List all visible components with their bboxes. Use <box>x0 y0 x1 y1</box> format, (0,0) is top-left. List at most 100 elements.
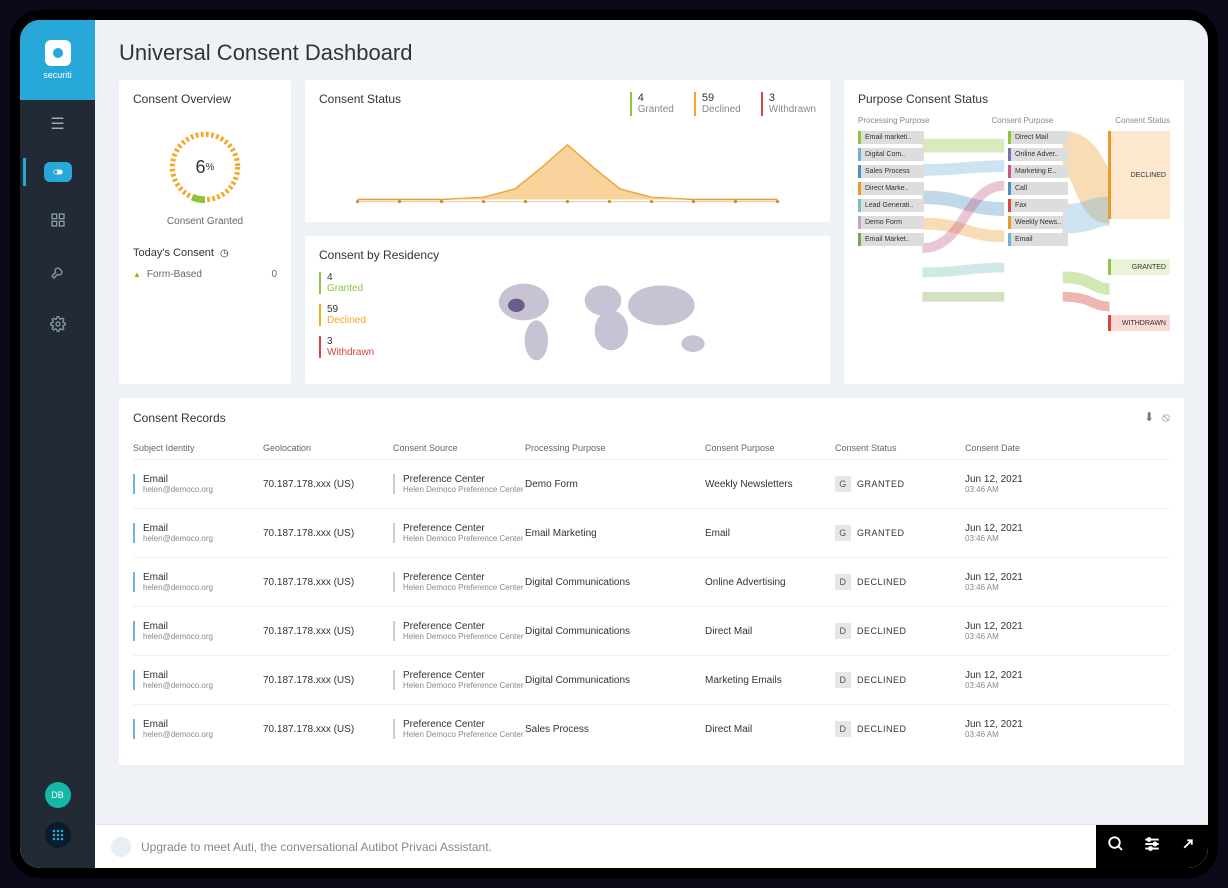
cell-source: Preference CenterHelen Democo Preference… <box>393 474 525 494</box>
sankey-node[interactable]: Weekly News.. <box>1008 216 1068 229</box>
cell-processing: Digital Communications <box>525 675 705 686</box>
footer-bar: Upgrade to meet Auti, the conversational… <box>95 824 1208 868</box>
consent-overview-card: Consent Overview 6% Consent Granted Tod <box>119 80 291 384</box>
cell-source: Preference CenterHelen Democo Preference… <box>393 719 525 739</box>
world-map[interactable] <box>390 272 816 372</box>
residency-title: Consent by Residency <box>319 248 816 262</box>
footer-text: Upgrade to meet Auti, the conversational… <box>141 840 1086 854</box>
cell-status: DDECLINED <box>835 623 965 639</box>
records-title: Consent Records <box>133 411 226 425</box>
cell-date: Jun 12, 202103:46 AM <box>965 572 1065 592</box>
sankey-node[interactable]: WITHDRAWN <box>1108 315 1170 331</box>
cell-processing: Sales Process <box>525 724 705 735</box>
cell-date: Jun 12, 202103:46 AM <box>965 719 1065 739</box>
cell-date: Jun 12, 202103:46 AM <box>965 670 1065 690</box>
cell-status: GGRANTED <box>835 525 965 541</box>
sankey-node[interactable]: Marketing E.. <box>1008 165 1068 178</box>
sankey-node[interactable]: Call <box>1008 182 1068 195</box>
overview-title: Consent Overview <box>133 92 277 106</box>
cell-consent-purpose: Direct Mail <box>705 724 835 735</box>
cell-processing: Digital Communications <box>525 577 705 588</box>
cell-processing: Email Marketing <box>525 528 705 539</box>
cell-identity: Emailhelen@democo.org <box>133 621 263 641</box>
cell-identity: Emailhelen@democo.org <box>133 523 263 543</box>
status-title: Consent Status <box>319 92 401 106</box>
cell-consent-purpose: Email <box>705 528 835 539</box>
table-row[interactable]: Emailhelen@democo.org70.187.178.xxx (US)… <box>133 557 1170 606</box>
sankey-node[interactable]: Email Market.. <box>858 233 924 246</box>
user-avatar[interactable]: DB <box>45 782 71 808</box>
sankey-node[interactable]: Online Adver.. <box>1008 148 1068 161</box>
table-header-row: Subject Identity Geolocation Consent Sou… <box>133 437 1170 459</box>
sankey-node[interactable]: Digital Com.. <box>858 148 924 161</box>
expand-icon[interactable] <box>1176 835 1200 858</box>
metric-withdrawn: 3Withdrawn <box>761 92 816 116</box>
sankey-node[interactable]: GRANTED <box>1108 259 1170 275</box>
chat-icon[interactable] <box>111 837 131 857</box>
cell-source: Preference CenterHelen Democo Preference… <box>393 670 525 690</box>
sankey-node[interactable]: Demo Form <box>858 216 924 229</box>
cell-status: DDECLINED <box>835 672 965 688</box>
menu-toggle-icon[interactable]: ☰ <box>50 114 64 134</box>
sankey-col2-header: Consent Purpose <box>992 116 1054 125</box>
sankey-node[interactable]: Fax <box>1008 199 1068 212</box>
brand-logo[interactable]: securiti <box>20 20 95 100</box>
cell-processing: Demo Form <box>525 479 705 490</box>
visibility-off-icon[interactable]: ⦸ <box>1162 410 1170 425</box>
consent-residency-card: Consent by Residency 4Granted 59Declined… <box>305 236 830 384</box>
consent-records-card: Consent Records ⬇ ⦸ Subject Identity Geo… <box>119 398 1184 765</box>
cell-identity: Emailhelen@democo.org <box>133 474 263 494</box>
sankey-node[interactable]: Sales Process <box>858 165 924 178</box>
cell-geo: 70.187.178.xxx (US) <box>263 577 393 588</box>
nav-consent-icon[interactable] <box>44 162 72 182</box>
table-row[interactable]: Emailhelen@democo.org70.187.178.xxx (US)… <box>133 508 1170 557</box>
purpose-title: Purpose Consent Status <box>858 92 1170 106</box>
residency-withdrawn: 3Withdrawn <box>319 336 374 358</box>
cell-identity: Emailhelen@democo.org <box>133 572 263 592</box>
search-icon[interactable] <box>1104 835 1128 858</box>
nav-tools-icon[interactable] <box>44 258 72 286</box>
cell-geo: 70.187.178.xxx (US) <box>263 528 393 539</box>
cell-identity: Emailhelen@democo.org <box>133 670 263 690</box>
sankey-chart[interactable]: Email marketi.. Digital Com.. Sales Proces… <box>858 131 1170 331</box>
cell-identity: Emailhelen@democo.org <box>133 719 263 739</box>
cell-status: DDECLINED <box>835 721 965 737</box>
table-row[interactable]: Emailhelen@democo.org70.187.178.xxx (US)… <box>133 606 1170 655</box>
sankey-node[interactable]: Direct Mail <box>1008 131 1068 144</box>
sankey-node[interactable]: Email <box>1008 233 1068 246</box>
sankey-node[interactable]: Email marketi.. <box>858 131 924 144</box>
table-row[interactable]: Emailhelen@democo.org70.187.178.xxx (US)… <box>133 655 1170 704</box>
consent-status-card: Consent Status 4Granted 59Declined 3With… <box>305 80 830 222</box>
cell-geo: 70.187.178.xxx (US) <box>263 724 393 735</box>
cell-consent-purpose: Marketing Emails <box>705 675 835 686</box>
cell-status: DDECLINED <box>835 574 965 590</box>
cell-geo: 70.187.178.xxx (US) <box>263 479 393 490</box>
triangle-up-icon: ▲ <box>133 270 141 279</box>
residency-declined: 59Declined <box>319 304 374 326</box>
metric-granted: 4Granted <box>630 92 674 116</box>
table-row[interactable]: Emailhelen@democo.org70.187.178.xxx (US)… <box>133 459 1170 508</box>
cell-source: Preference CenterHelen Democo Preference… <box>393 523 525 543</box>
cell-geo: 70.187.178.xxx (US) <box>263 626 393 637</box>
sankey-node[interactable]: DECLINED <box>1108 131 1170 219</box>
nav-dashboard-icon[interactable] <box>44 206 72 234</box>
cell-status: GGRANTED <box>835 476 965 492</box>
sankey-col1-header: Processing Purpose <box>858 116 930 125</box>
clock-icon: ◷ <box>220 248 229 259</box>
nav-settings-icon[interactable] <box>44 310 72 338</box>
residency-granted: 4Granted <box>319 272 374 294</box>
sankey-node[interactable]: Direct Marke.. <box>858 182 924 195</box>
sankey-node[interactable]: Lead Generati.. <box>858 199 924 212</box>
cell-consent-purpose: Direct Mail <box>705 626 835 637</box>
gauge-label: Consent Granted <box>167 216 243 227</box>
cell-date: Jun 12, 202103:46 AM <box>965 523 1065 543</box>
download-icon[interactable]: ⬇ <box>1144 410 1154 425</box>
consent-gauge: 6% <box>162 124 248 210</box>
filter-icon[interactable] <box>1140 835 1164 858</box>
table-row[interactable]: Emailhelen@democo.org70.187.178.xxx (US)… <box>133 704 1170 753</box>
consent-area-chart <box>319 126 816 210</box>
apps-launcher-icon[interactable] <box>45 822 71 848</box>
cell-date: Jun 12, 202103:46 AM <box>965 474 1065 494</box>
purpose-consent-card: Purpose Consent Status Processing Purpos… <box>844 80 1184 384</box>
today-consent-header: Today's Consent ◷ <box>133 247 277 259</box>
